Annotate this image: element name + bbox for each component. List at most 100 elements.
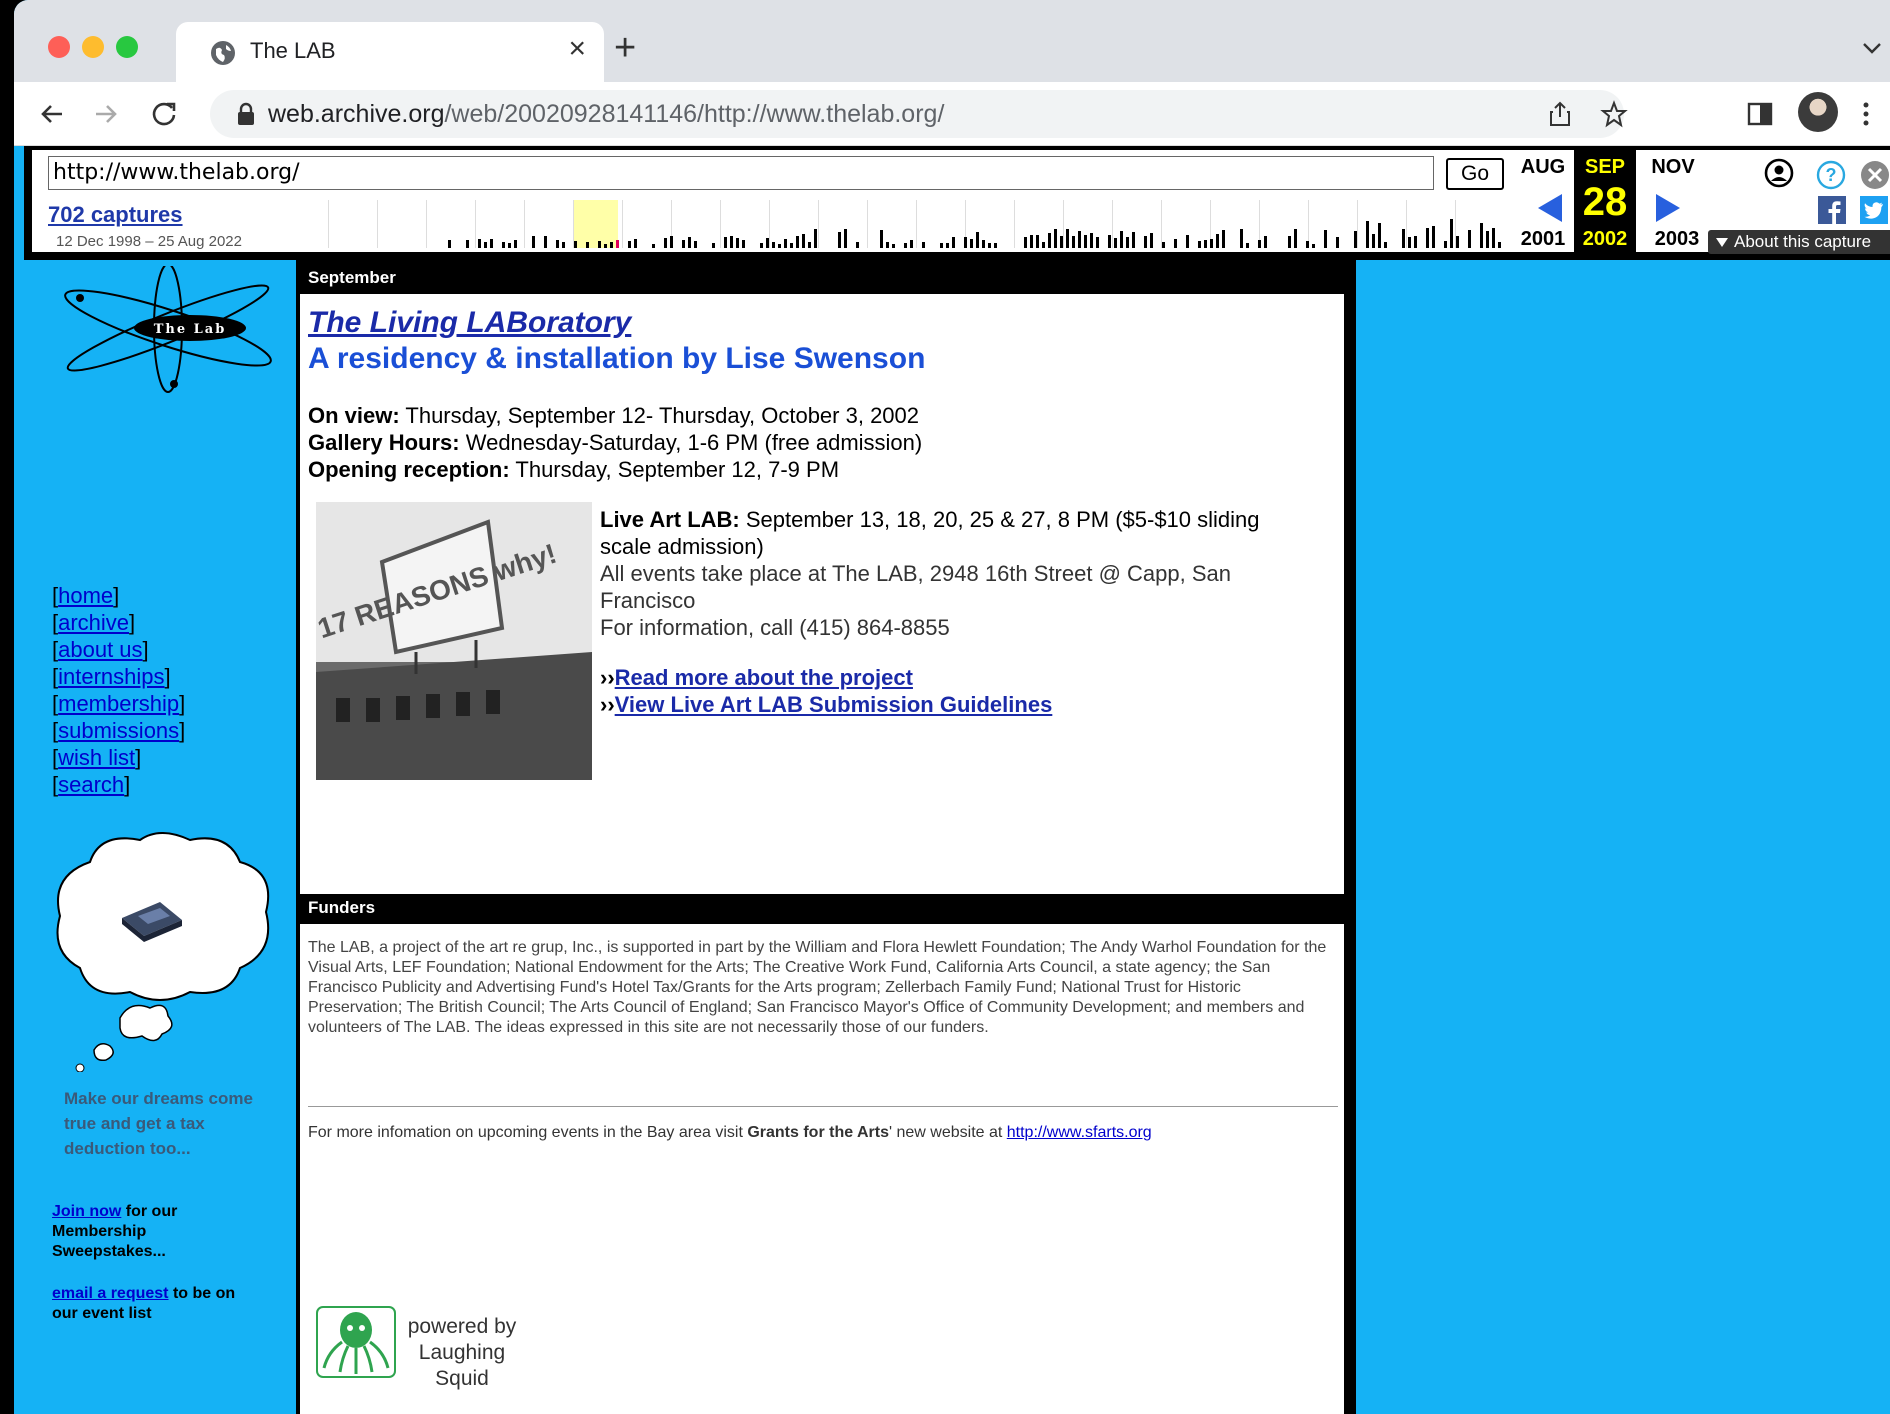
sparkline-bar	[1246, 243, 1249, 248]
bookmark-star-icon[interactable]	[1600, 100, 1628, 128]
exhibit-details: On view: Thursday, September 12- Thursda…	[308, 402, 922, 483]
wayback-url-input[interactable]: http://www.thelab.org/	[48, 156, 1434, 190]
nav-link-home[interactable]: home	[58, 583, 113, 608]
sparkline-bar	[1036, 235, 1039, 248]
sparkline-bar	[1414, 236, 1417, 248]
captures-link[interactable]: 702 captures	[48, 202, 183, 228]
nav-link-search[interactable]: search	[58, 772, 124, 797]
sparkline-bar	[1354, 231, 1357, 248]
nav-item-wish-list: [wish list]	[52, 745, 142, 770]
sparkline-bar	[1132, 232, 1135, 248]
sparkline-bar	[490, 239, 493, 248]
sparkline-bar	[742, 240, 745, 248]
main-content-panel: September The Living LABoratory A reside…	[300, 264, 1344, 1414]
twitter-icon[interactable]	[1860, 196, 1888, 224]
sparkline-year-column[interactable]	[916, 200, 965, 248]
sparkline-bar	[994, 243, 997, 248]
capture-sparkline[interactable]	[328, 200, 1508, 248]
sparkline-bar	[502, 242, 505, 248]
back-arrow-icon[interactable]	[36, 98, 68, 130]
sparkline-bar	[736, 238, 739, 248]
sparkline-bar	[1258, 240, 1261, 248]
chevron-down-icon[interactable]	[1860, 38, 1884, 58]
profile-avatar[interactable]	[1798, 92, 1838, 132]
join-note: Join now for our Membership Sweepstakes.…	[52, 1202, 252, 1262]
laughing-squid-label: Laughing Squid	[418, 1341, 506, 1390]
sparkline-bar	[1210, 239, 1213, 248]
sparkline-year-column[interactable]	[1308, 200, 1357, 248]
wayback-panel: http://www.thelab.org/ Go 702 captures 1…	[32, 150, 1890, 254]
side-panel-icon[interactable]	[1744, 98, 1776, 130]
forward-arrow-icon[interactable]	[90, 98, 122, 130]
link-prefix: ››	[600, 692, 615, 717]
new-tab-button[interactable]: +	[614, 28, 636, 68]
wayback-go-button[interactable]: Go	[1446, 158, 1504, 190]
sparkline-bar	[682, 240, 685, 248]
nav-link-internships[interactable]: internships	[58, 664, 164, 689]
maximize-window-button[interactable]	[116, 36, 138, 58]
sparkline-bar	[1288, 236, 1291, 248]
sparkline-year-column[interactable]	[769, 200, 818, 248]
about-capture-button[interactable]: About this capture	[1708, 230, 1890, 254]
next-month-label[interactable]: NOV	[1642, 156, 1704, 179]
facebook-icon[interactable]	[1818, 196, 1846, 224]
laughing-squid-logo[interactable]	[316, 1306, 396, 1378]
sparkline-bar	[886, 242, 889, 248]
exhibit-title-link[interactable]: The Living LABoratory	[308, 306, 631, 340]
nav-link-about-us[interactable]: about us	[58, 637, 142, 662]
tab-close-button[interactable]: ×	[568, 34, 586, 64]
sfarts-link[interactable]: http://www.sfarts.org	[1007, 1124, 1152, 1141]
more-vertical-icon[interactable]	[1850, 98, 1882, 130]
sparkline-year-column[interactable]	[377, 200, 426, 248]
sparkline-bar	[1120, 231, 1123, 248]
reload-icon[interactable]	[148, 98, 180, 130]
sparkline-year-column[interactable]	[1357, 200, 1406, 248]
next-capture-arrow-icon[interactable]	[1656, 194, 1680, 222]
lab-logo[interactable]: The Lab	[50, 266, 276, 396]
close-icon[interactable]	[1860, 160, 1890, 190]
sparkline-bar	[1084, 235, 1087, 248]
more-info-text: For more infomation on upcoming events i…	[308, 1124, 1152, 1142]
sparkline-bar	[1444, 241, 1447, 248]
sparkline-year-column[interactable]	[1063, 200, 1112, 248]
logo-text: The Lab	[154, 322, 227, 337]
prev-month-label[interactable]: AUG	[1512, 156, 1574, 179]
sparkline-bar	[724, 237, 727, 248]
sparkline-year-column[interactable]	[328, 200, 377, 248]
hours-line: Gallery Hours: Wednesday-Saturday, 1-6 P…	[308, 429, 922, 456]
live-art-info: Live Art LAB: September 13, 18, 20, 25 &…	[600, 506, 1300, 641]
account-icon[interactable]	[1764, 158, 1794, 188]
nav-link-membership[interactable]: membership	[58, 691, 179, 716]
share-icon[interactable]	[1546, 100, 1574, 128]
close-window-button[interactable]	[48, 36, 70, 58]
sparkline-bar	[508, 243, 511, 248]
sparkline-bar	[610, 242, 613, 248]
nav-link-submissions[interactable]: submissions	[58, 718, 179, 743]
sparkline-bar	[880, 230, 883, 248]
join-now-link[interactable]: Join now	[52, 1203, 121, 1220]
sparkline-year-column[interactable]	[818, 200, 867, 248]
sparkline-bar	[1336, 237, 1339, 248]
sparkline-bar	[616, 240, 619, 248]
submission-guidelines-link[interactable]: View Live Art LAB Submission Guidelines	[615, 692, 1053, 717]
browser-tab[interactable]: The LAB ×	[176, 22, 604, 82]
sparkline-bar	[1402, 229, 1405, 248]
read-more-link[interactable]: Read more about the project	[615, 665, 913, 690]
sparkline-bar	[1492, 228, 1495, 248]
url-host: web.archive.org	[268, 100, 445, 128]
exhibit-photo: 17 REASONS why!	[316, 502, 592, 780]
sparkline-year-column[interactable]	[867, 200, 916, 248]
minimize-window-button[interactable]	[82, 36, 104, 58]
nav-link-wish-list[interactable]: wish list	[58, 745, 135, 770]
prev-year-label[interactable]: 2001	[1512, 228, 1574, 251]
help-icon[interactable]: ?	[1816, 160, 1846, 190]
svg-text:?: ?	[1826, 165, 1837, 185]
address-bar[interactable]: web.archive.org/web/20020928141146/http:…	[210, 90, 1628, 138]
sparkline-bar	[478, 239, 481, 248]
next-year-label[interactable]: 2003	[1646, 228, 1708, 251]
email-request-link[interactable]: email a request	[52, 1285, 169, 1302]
nav-link-archive[interactable]: archive	[58, 610, 129, 635]
nav-item-about-us: [about us]	[52, 637, 149, 662]
prev-capture-arrow-icon[interactable]	[1538, 194, 1562, 222]
lock-icon[interactable]	[236, 102, 256, 126]
